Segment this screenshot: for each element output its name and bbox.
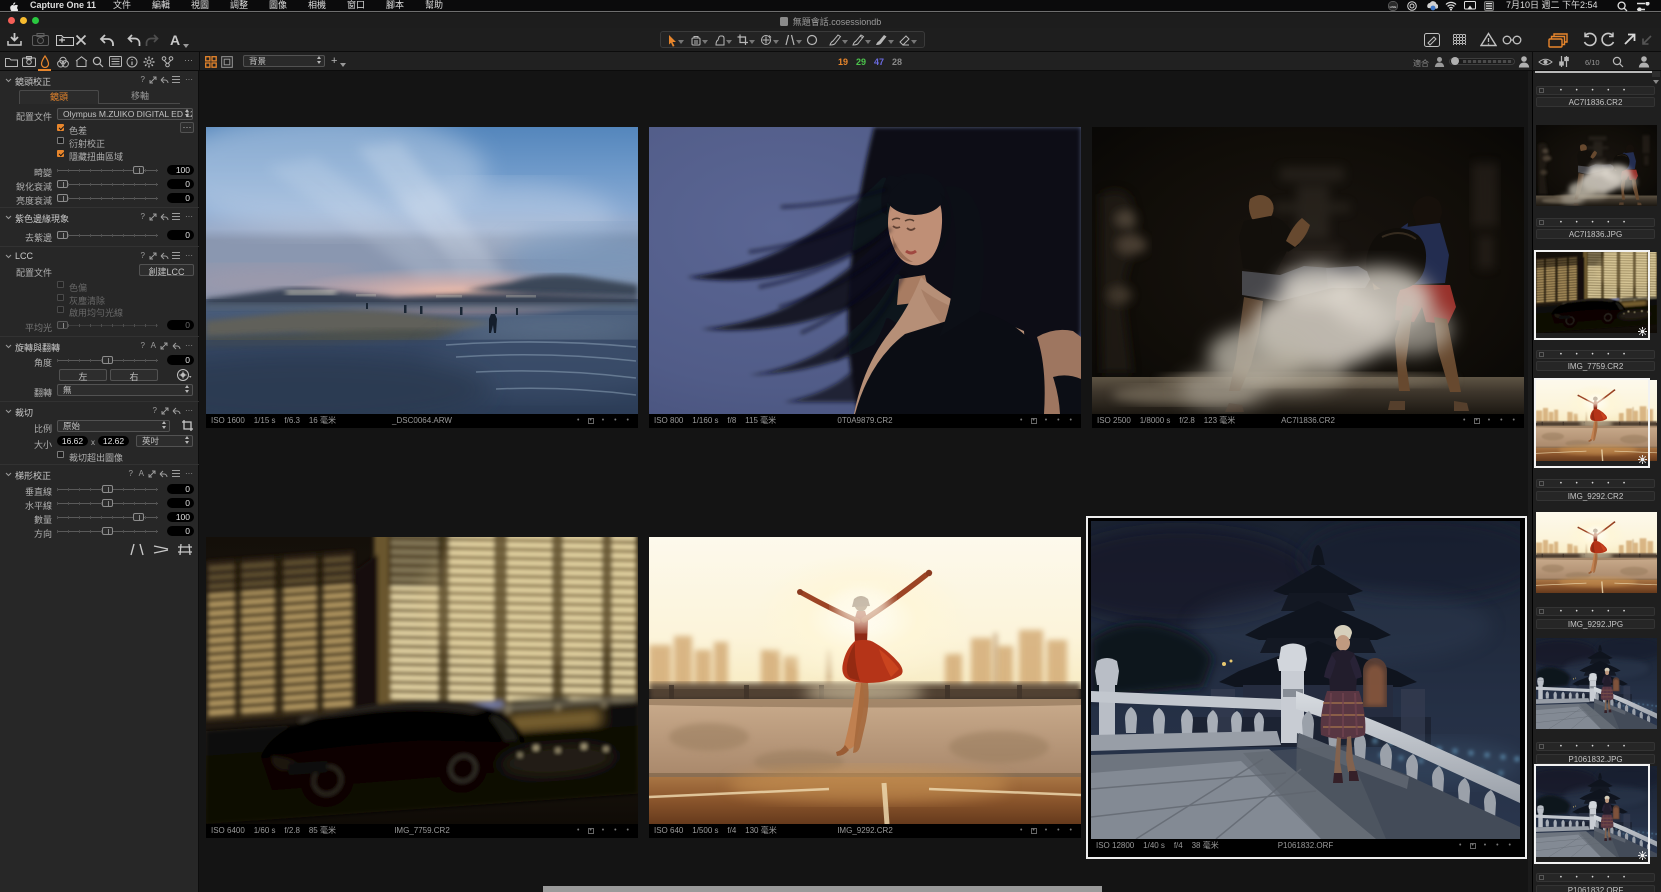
svg-text:LINE: LINE — [1390, 5, 1397, 9]
